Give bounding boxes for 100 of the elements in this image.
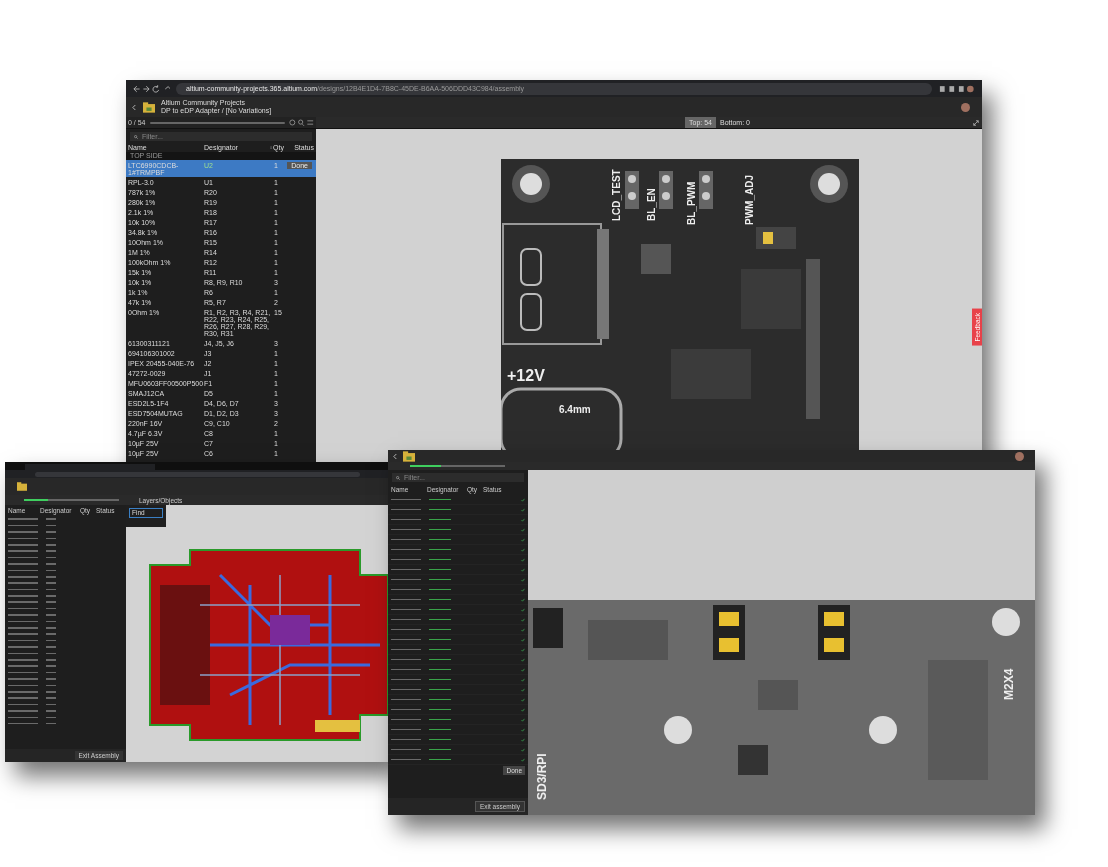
illegible-text-bar [429,648,451,651]
illegible-text-bar [391,568,421,571]
avatar-icon[interactable] [1015,451,1024,461]
illegible-text-bar [429,688,451,691]
illegible-text-bar [391,528,421,531]
illegible-text-bar [46,537,56,540]
illegible-text-bar [429,608,451,611]
illegible-text-bar [429,548,451,551]
illegible-text-bar [8,588,38,591]
illegible-text-bar [391,658,421,661]
illegible-text-bar [8,703,38,706]
illegible-text-bar [8,716,38,719]
illegible-text-bar [391,638,421,641]
illegible-text-bar [391,708,421,711]
illegible-text-bar [391,618,421,621]
illegible-text-bar [46,524,56,527]
illegible-text-bar [391,548,421,551]
silkscreen-label: +12V [507,367,545,384]
illegible-text-bar [391,578,421,581]
illegible-text-bar [429,528,451,531]
illegible-text-bar [8,537,38,540]
illegible-text-bar [429,668,451,671]
illegible-text-bar [429,718,451,721]
illegible-text-bar [429,758,451,761]
search-icon [134,134,138,139]
illegible-text-bar [391,628,421,631]
illegible-text-bar [46,569,56,572]
browser-navigation-icon[interactable] [132,84,170,93]
avatar-icon[interactable] [961,102,970,112]
browser-extension-icon[interactable] [938,84,976,93]
illegible-text-bar [8,607,38,610]
expand-icon[interactable] [973,119,979,126]
illegible-text-bar [46,556,56,559]
folder-icon [143,101,155,113]
illegible-text-bar [429,658,451,661]
back-icon[interactable] [132,103,137,111]
silkscreen-label: PWM_ADJ [744,175,755,225]
illegible-text-bar [391,588,421,591]
illegible-text-bar [46,620,56,623]
search-icon [396,475,400,480]
illegible-text-bar [46,607,56,610]
illegible-text-bar [46,716,56,719]
illegible-text-bar [8,601,38,604]
illegible-text-bar [46,588,56,591]
illegible-text-bar [429,738,451,741]
illegible-text-bar [391,678,421,681]
illegible-text-bar [429,498,451,501]
illegible-text-bar [391,698,421,701]
illegible-text-bar [46,671,56,674]
illegible-text-bar [429,588,451,591]
illegible-text-bar [391,718,421,721]
illegible-text-bar [46,652,56,655]
illegible-text-bar [391,758,421,761]
illegible-text-bar [46,722,56,725]
illegible-text-bar [429,708,451,711]
illegible-text-bar [46,703,56,706]
illegible-text-bar [8,671,38,674]
illegible-text-bar [391,738,421,741]
illegible-text-bar [46,684,56,687]
silkscreen-label: LCD_TEST [611,169,622,221]
illegible-text-bar [429,728,451,731]
illegible-text-bar [391,518,421,521]
folder-icon [403,450,415,462]
illegible-text-bar [391,608,421,611]
illegible-text-bar [429,538,451,541]
illegible-text-bar [391,558,421,561]
illegible-text-bar [8,524,38,527]
illegible-text-bar [429,508,451,511]
illegible-text-bar [8,620,38,623]
illegible-text-bar [8,639,38,642]
illegible-text-bar [8,575,38,578]
illegible-text-bar [8,569,38,572]
illegible-text-bar [429,698,451,701]
illegible-text-bar [8,690,38,693]
illegible-text-bar [391,688,421,691]
folder-icon [17,482,27,491]
illegible-text-bar [391,538,421,541]
silkscreen-label: 6.4mm [559,404,591,415]
illegible-text-bar [8,684,38,687]
toolbar-icons[interactable] [289,119,314,126]
illegible-text-bar [46,690,56,693]
illegible-text-bar [429,638,451,641]
illegible-text-bar [429,628,451,631]
back-icon[interactable] [393,452,398,460]
silkscreen-label: BL_EN [646,188,657,221]
illegible-text-bar [391,748,421,751]
illegible-text-bar [429,518,451,521]
illegible-text-bar [391,668,421,671]
illegible-text-bar [429,578,451,581]
illegible-text-bar [8,652,38,655]
illegible-text-bar [391,728,421,731]
illegible-text-bar [429,618,451,621]
illegible-text-bar [429,678,451,681]
illegible-text-bar [8,543,38,546]
illegible-text-bar [8,722,38,725]
illegible-text-bar [46,575,56,578]
illegible-text-bar [391,648,421,651]
illegible-text-bar [391,508,421,511]
silkscreen-label: BL_PWM [686,181,697,225]
illegible-text-bar [46,601,56,604]
